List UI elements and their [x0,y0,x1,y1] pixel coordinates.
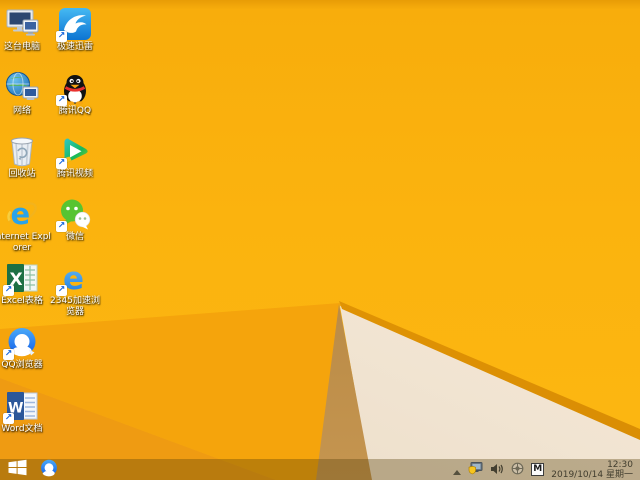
shortcut-arrow-icon: ↗ [3,349,14,360]
show-hidden-icons-button[interactable] [453,460,462,479]
icon-label: 微信 [65,232,84,242]
start-button[interactable] [0,459,34,480]
thunder-icon: ↗ [56,7,92,42]
security-status-button[interactable] [468,460,483,479]
excel-icon: X ↗ [3,261,39,296]
desktop-icon-2345-browser[interactable]: e ↗ 2345加速浏览器 [46,261,104,318]
desktop-icon-thunder[interactable]: ↗ 极速迅雷 [46,7,104,53]
2345-browser-icon: e ↗ [56,261,92,296]
show-hidden-icon [453,460,462,479]
icon-label: 回收站 [8,169,36,179]
shortcut-arrow-icon: ↗ [56,285,67,296]
word-icon: W ↗ [3,389,39,424]
ime-indicator[interactable]: M [531,463,545,476]
start-icon [8,458,27,480]
desktop: 这台电脑 ↗ 极速迅雷 网络 ↗ 腾讯QQ 回收站 ↗ 腾讯视频 e terne… [0,0,640,480]
volume-icon [490,460,504,479]
wechat-icon: ↗ [56,197,92,232]
desktop-icon-word[interactable]: W ↗ Word文档 [0,389,51,435]
desktop-icon-recycle-bin[interactable]: 回收站 [0,134,51,180]
recycle-bin-icon [5,134,39,168]
icon-label: Excel表格 [1,296,43,306]
qq-browser-taskbar-icon [39,458,59,480]
security-status-icon [468,460,483,479]
clock-time: 12:30 [607,459,633,470]
this-pc-icon [5,7,39,41]
shortcut-arrow-icon: ↗ [56,158,67,169]
tencent-video-icon: ↗ [56,134,92,169]
icon-label: Word文档 [1,424,43,434]
icon-label: 网络 [12,106,31,116]
internet-explorer-icon: e [5,197,39,231]
icon-label: 2345加速浏览器 [50,296,100,317]
shortcut-arrow-icon: ↗ [56,95,67,106]
qq-browser-icon: ↗ [3,325,39,360]
icon-label: QQ浏览器 [1,360,43,370]
icon-label: 这台电脑 [3,42,40,52]
shortcut-arrow-icon: ↗ [56,221,67,232]
desktop-icon-network[interactable]: 网络 [0,71,51,117]
taskbar-left [0,459,64,480]
system-tray: M 12:30 2019/10/14 星期一 [453,459,640,480]
svg-text:e: e [11,197,31,231]
desktop-icon-internet-explorer[interactable]: e Internet Explorer [0,197,51,254]
desktop-icon-qq-browser[interactable]: ↗ QQ浏览器 [0,325,51,371]
desktop-icon-qq[interactable]: ↗ 腾讯QQ [46,71,104,117]
taskbar-qq-browser-button[interactable] [34,459,64,480]
icon-label: 腾讯QQ [58,106,92,116]
utility-wheel-button[interactable] [511,460,524,479]
desktop-icon-this-pc[interactable]: 这台电脑 [0,7,51,53]
network-icon [5,71,39,105]
volume-button[interactable] [490,460,504,479]
utility-wheel-icon [511,460,524,479]
shortcut-arrow-icon: ↗ [3,285,14,296]
desktop-icon-wechat[interactable]: ↗ 微信 [46,197,104,243]
clock-date: 2019/10/14 星期一 [551,469,633,480]
shortcut-arrow-icon: ↗ [56,31,67,42]
taskbar: M 12:30 2019/10/14 星期一 [0,459,640,480]
shortcut-arrow-icon: ↗ [3,413,14,424]
qq-icon: ↗ [56,71,92,106]
icon-label: Internet Explorer [0,232,51,253]
icon-label: 极速迅雷 [56,42,93,52]
taskbar-clock[interactable]: 12:30 2019/10/14 星期一 [551,460,633,480]
desktop-icon-excel[interactable]: X ↗ Excel表格 [0,261,51,307]
icon-label: 腾讯视频 [56,169,93,179]
desktop-icon-tencent-video[interactable]: ↗ 腾讯视频 [46,134,104,180]
